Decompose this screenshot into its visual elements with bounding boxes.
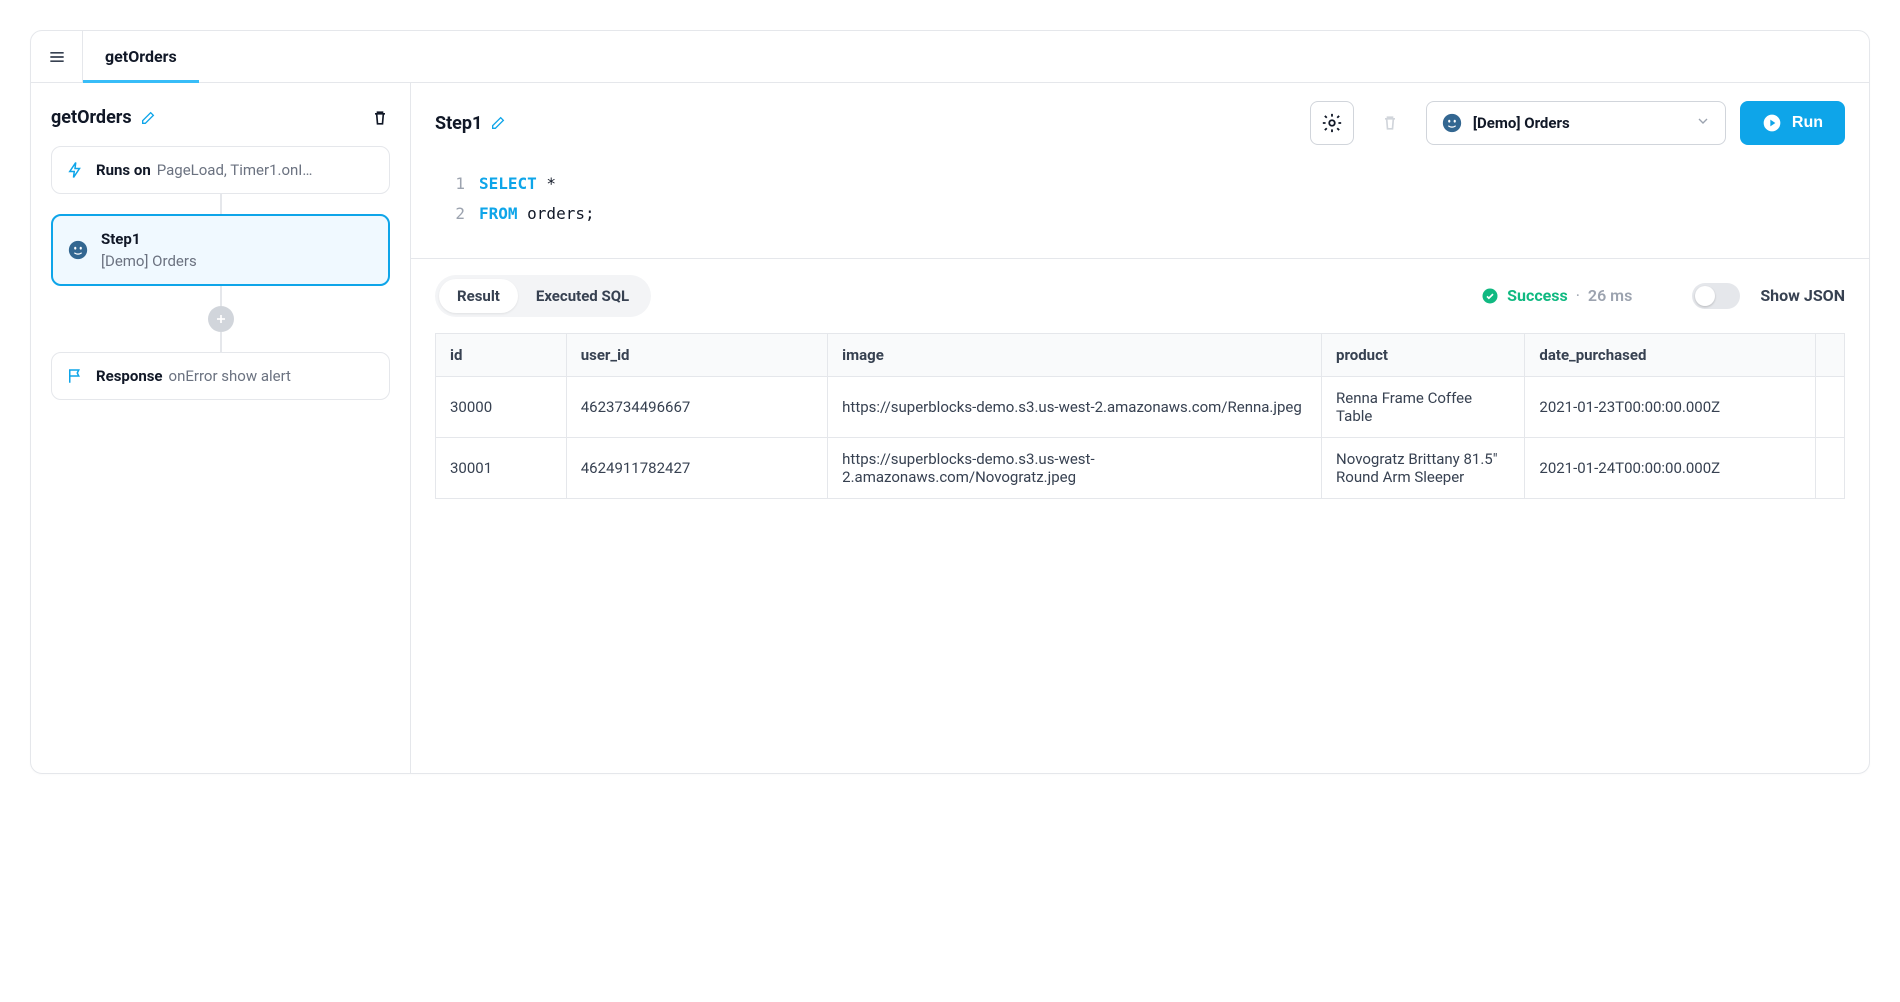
cell-image: https://superblocks-demo.s3.us-west-2.am… — [828, 376, 1322, 437]
trigger-card[interactable]: Runs on PageLoad, Timer1.onI… — [51, 146, 390, 194]
tab-executed-sql[interactable]: Executed SQL — [518, 279, 647, 313]
trash-icon — [1380, 113, 1400, 133]
col-date-purchased[interactable]: date_purchased — [1525, 333, 1816, 376]
tab-label: getOrders — [105, 47, 177, 66]
rename-step-button[interactable] — [490, 115, 506, 131]
line-number: 1 — [451, 169, 465, 199]
sidebar: getOrders — [31, 83, 411, 773]
sql-token: orders; — [518, 204, 595, 223]
api-title: getOrders — [51, 107, 132, 128]
plus-icon — [213, 311, 229, 327]
show-json-label: Show JSON — [1760, 286, 1845, 305]
cell-user-id: 4623734496667 — [566, 376, 827, 437]
col-product[interactable]: product — [1322, 333, 1525, 376]
result-table: id user_id image product date_purchased … — [411, 333, 1869, 499]
delete-step-button[interactable] — [1368, 101, 1412, 145]
rename-api-button[interactable] — [140, 110, 156, 126]
tab-getorders[interactable]: getOrders — [83, 32, 199, 83]
col-id[interactable]: id — [436, 333, 567, 376]
run-label: Run — [1792, 114, 1823, 132]
postgres-icon — [67, 239, 89, 261]
cell-date: 2021-01-24T00:00:00.000Z — [1525, 437, 1816, 498]
code-line: 1 SELECT * — [451, 169, 1869, 199]
step-card[interactable]: Step1 [Demo] Orders — [51, 214, 390, 286]
trash-icon — [370, 108, 390, 128]
cell-user-id: 4624911782427 — [566, 437, 827, 498]
main-split: getOrders — [31, 83, 1869, 773]
content-header: Step1 — [411, 83, 1869, 169]
response-card[interactable]: Response onError show alert — [51, 352, 390, 400]
cell-id: 30001 — [436, 437, 567, 498]
result-bar: Result Executed SQL Success · 26 ms Show… — [411, 259, 1869, 333]
flow-connector — [220, 332, 222, 352]
content: Step1 — [411, 83, 1869, 773]
run-button[interactable]: Run — [1740, 101, 1845, 145]
step-settings-button[interactable] — [1310, 101, 1354, 145]
code-editor[interactable]: 1 SELECT * 2 FROM orders; — [411, 169, 1869, 259]
datasource-select[interactable]: [Demo] Orders — [1426, 101, 1726, 145]
pencil-icon — [140, 110, 156, 126]
status-badge: Success · 26 ms — [1481, 286, 1632, 305]
sql-keyword: FROM — [479, 204, 518, 223]
duration-text: 26 ms — [1588, 286, 1632, 305]
code-line: 2 FROM orders; — [451, 199, 1869, 229]
delete-api-button[interactable] — [370, 108, 390, 128]
check-circle-icon — [1481, 287, 1499, 305]
flow-connector — [220, 194, 222, 214]
line-number: 2 — [451, 199, 465, 229]
gear-icon — [1321, 112, 1343, 134]
trigger-value: PageLoad, Timer1.onI… — [157, 161, 313, 179]
topbar: getOrders — [31, 31, 1869, 83]
chevron-down-icon — [1695, 113, 1711, 133]
col-image[interactable]: image — [828, 333, 1322, 376]
tab-result[interactable]: Result — [439, 279, 518, 313]
step-name: Step1 — [101, 230, 197, 248]
table-header-row: id user_id image product date_purchased — [436, 333, 1845, 376]
flag-icon — [66, 367, 84, 385]
response-label: Response — [96, 367, 163, 385]
col-padding — [1815, 333, 1844, 376]
step-title: Step1 — [435, 113, 506, 134]
table-row[interactable]: 30001 4624911782427 https://superblocks-… — [436, 437, 1845, 498]
cell-image: https://superblocks-demo.s3.us-west-2.am… — [828, 437, 1322, 498]
flow-connector — [220, 286, 222, 306]
status-text: Success — [1507, 286, 1568, 305]
cell-date: 2021-01-23T00:00:00.000Z — [1525, 376, 1816, 437]
lightning-icon — [66, 161, 84, 179]
sql-keyword: SELECT — [479, 174, 537, 193]
datasource-selected: [Demo] Orders — [1473, 114, 1570, 132]
show-json-toggle[interactable] — [1692, 283, 1740, 309]
cell-product: Renna Frame Coffee Table — [1322, 376, 1525, 437]
postgres-icon — [1441, 112, 1463, 134]
add-step-button[interactable] — [208, 306, 234, 332]
hamburger-icon — [47, 47, 67, 67]
step-datasource: [Demo] Orders — [101, 252, 197, 270]
sql-token: * — [537, 174, 556, 193]
sidebar-header: getOrders — [51, 107, 390, 128]
app-shell: getOrders getOrders — [30, 30, 1870, 774]
flow: Runs on PageLoad, Timer1.onI… Step1 [De — [51, 146, 390, 400]
result-tabs: Result Executed SQL — [435, 275, 651, 317]
response-value: onError show alert — [169, 367, 291, 385]
trigger-label: Runs on — [96, 161, 151, 179]
menu-button[interactable] — [31, 31, 83, 82]
pencil-icon — [490, 115, 506, 131]
col-user-id[interactable]: user_id — [566, 333, 827, 376]
play-icon — [1762, 113, 1782, 133]
cell-product: Novogratz Brittany 81.5" Round Arm Sleep… — [1322, 437, 1525, 498]
table-row[interactable]: 30000 4623734496667 https://superblocks-… — [436, 376, 1845, 437]
cell-id: 30000 — [436, 376, 567, 437]
step-title-text: Step1 — [435, 113, 482, 134]
